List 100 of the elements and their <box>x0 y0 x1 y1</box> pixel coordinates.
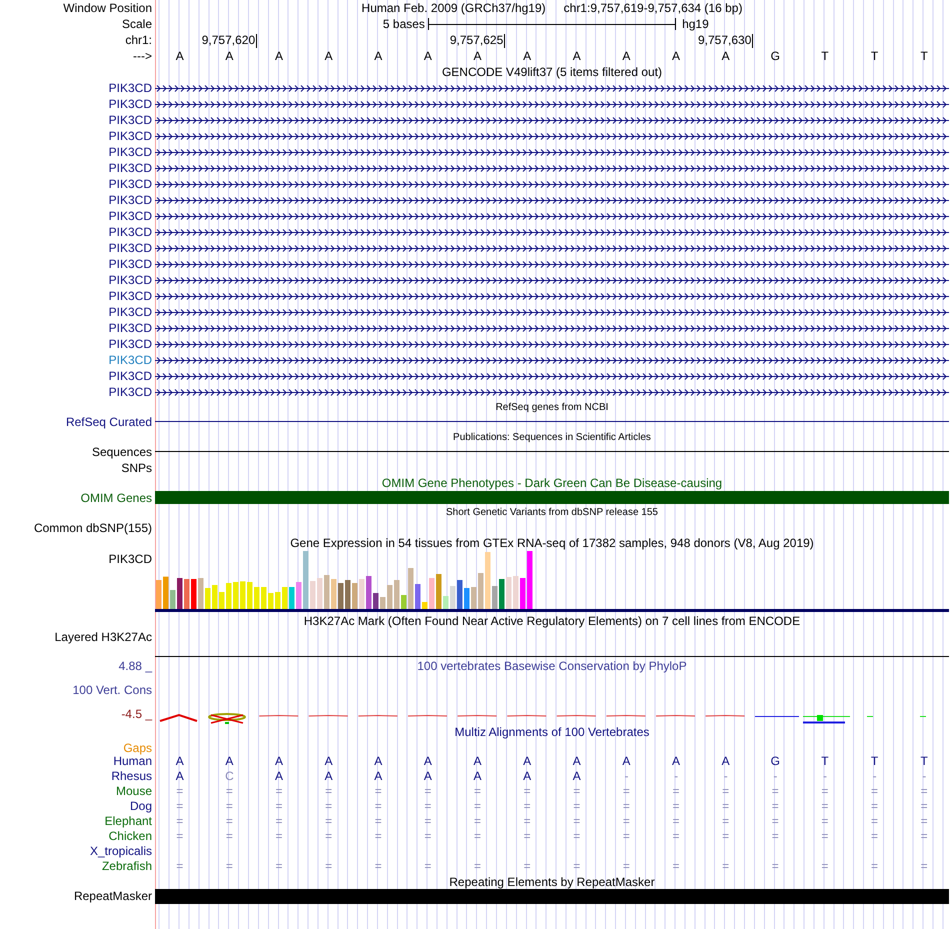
gene-label: PIK3CD <box>108 336 153 352</box>
base-letter: A <box>324 48 333 64</box>
expression-bar <box>205 588 210 609</box>
alignment-base: = <box>374 799 382 814</box>
expression-bar <box>254 587 260 609</box>
alignment-base: = <box>821 829 828 844</box>
track-title: OMIM Gene Phenotypes - Dark Green Can Be Disease-causing <box>380 475 724 491</box>
alignment-base: = <box>524 784 531 799</box>
alignment-base: = <box>325 814 332 829</box>
alignment-base: C <box>225 769 234 784</box>
alignment-base: = <box>325 859 332 874</box>
gene-label: PIK3CD <box>108 112 153 128</box>
alignment-base: = <box>325 784 332 799</box>
species-label: X_tropicalis <box>90 844 153 859</box>
alignment-base: = <box>772 829 779 844</box>
alignment-base: = <box>325 829 332 844</box>
gene-label: PIK3CD <box>108 320 153 336</box>
alignment-base: - <box>872 769 877 784</box>
alignment-base: = <box>424 784 432 799</box>
expression-bar <box>394 580 400 609</box>
track-title: Multiz Alignments of 100 Vertebrates <box>454 724 650 740</box>
alignment-base: A <box>672 754 680 769</box>
expression-bar <box>198 578 204 609</box>
expression-bar <box>401 595 406 609</box>
base-letter: G <box>770 48 780 64</box>
alignment-base: A <box>176 769 184 784</box>
alignment-base: A <box>374 754 382 769</box>
alignment-base: = <box>672 814 680 829</box>
gap-label: Gaps <box>123 740 153 756</box>
expression-bar <box>422 602 428 609</box>
expression-bar <box>247 582 252 609</box>
alignment-base: = <box>821 859 828 874</box>
alignment-base: = <box>722 814 730 829</box>
axis-min-label: -4.5 _ <box>121 707 152 721</box>
alignment-base: = <box>474 859 482 874</box>
track-label: 100 Vert. Cons <box>72 683 152 697</box>
alignment-base: = <box>374 829 382 844</box>
species-label: Human <box>113 754 153 769</box>
track-title: H3K27Ac Mark (Often Found Near Active Regulatory Elements) on 7 cell lines from ENCODE <box>302 613 802 629</box>
alignment-base: = <box>276 829 283 844</box>
expression-bar <box>373 593 378 609</box>
alignment-base: = <box>672 829 680 844</box>
track-label: PIK3CD <box>108 551 153 568</box>
gene-label: PIK3CD <box>108 224 153 240</box>
base-letter: T <box>870 48 878 64</box>
alignment-base: = <box>622 799 630 814</box>
alignment-base: = <box>672 784 680 799</box>
alignment-base: = <box>424 799 432 814</box>
alignment-base: A <box>324 754 333 769</box>
alignment-base: A <box>474 754 482 769</box>
alignment-base: = <box>871 814 878 829</box>
alignment-base: - <box>922 769 926 784</box>
gene-label: PIK3CD <box>108 176 153 192</box>
expression-bar <box>471 587 476 609</box>
alignment-base: - <box>674 769 678 784</box>
expression-bar <box>478 573 484 609</box>
expression-bar <box>170 590 176 609</box>
species-label: Elephant <box>104 814 153 829</box>
alignment-base: = <box>226 814 233 829</box>
track-label: OMIM Genes <box>80 490 153 506</box>
alignment-base: T <box>870 754 878 769</box>
expression-bar <box>415 584 420 609</box>
alignment-base: = <box>920 829 928 844</box>
alignment-base: = <box>772 799 779 814</box>
alignment-base: = <box>374 814 382 829</box>
alignment-base: = <box>622 859 630 874</box>
alignment-base: = <box>226 799 233 814</box>
gene-label: PIK3CD <box>108 384 153 400</box>
alignment-base: A <box>523 754 532 769</box>
axis-max-label: 4.88 _ <box>118 659 152 673</box>
alignment-base: = <box>871 799 878 814</box>
alignment-base: = <box>920 859 928 874</box>
alignment-base: A <box>622 754 630 769</box>
alignment-base: = <box>573 799 580 814</box>
alignment-base: = <box>424 829 432 844</box>
alignment-base: A <box>324 769 333 784</box>
gene-label: PIK3CD <box>108 144 153 160</box>
alignment-base: = <box>772 784 779 799</box>
gene-label: PIK3CD <box>108 208 153 224</box>
ruler-tick: 9,757,625 <box>450 34 506 48</box>
expression-bar <box>499 579 504 609</box>
track-title: RefSeq genes from NCBI <box>494 401 610 415</box>
alignment-base: A <box>275 769 284 784</box>
alignment-base: = <box>474 799 482 814</box>
gene-label: PIK3CD <box>108 240 153 256</box>
expression-bar <box>429 578 434 609</box>
expression-bar <box>289 587 294 609</box>
gene-label: PIK3CD <box>108 288 153 304</box>
alignment-base: = <box>722 859 730 874</box>
alignment-base: = <box>573 829 580 844</box>
alignment-base: - <box>724 769 728 784</box>
track-title: Publications: Sequences in Scientific Articles <box>452 431 652 445</box>
expression-bar <box>317 578 322 609</box>
gene-label: PIK3CD <box>108 272 153 288</box>
assembly-label: hg19 <box>681 16 710 32</box>
expression-bar <box>352 583 358 609</box>
expression-bar <box>219 592 224 609</box>
alignment-base: = <box>276 859 283 874</box>
alignment-base: = <box>474 814 482 829</box>
assembly-name: Human Feb. 2009 (GRCh37/hg19) <box>362 0 546 16</box>
